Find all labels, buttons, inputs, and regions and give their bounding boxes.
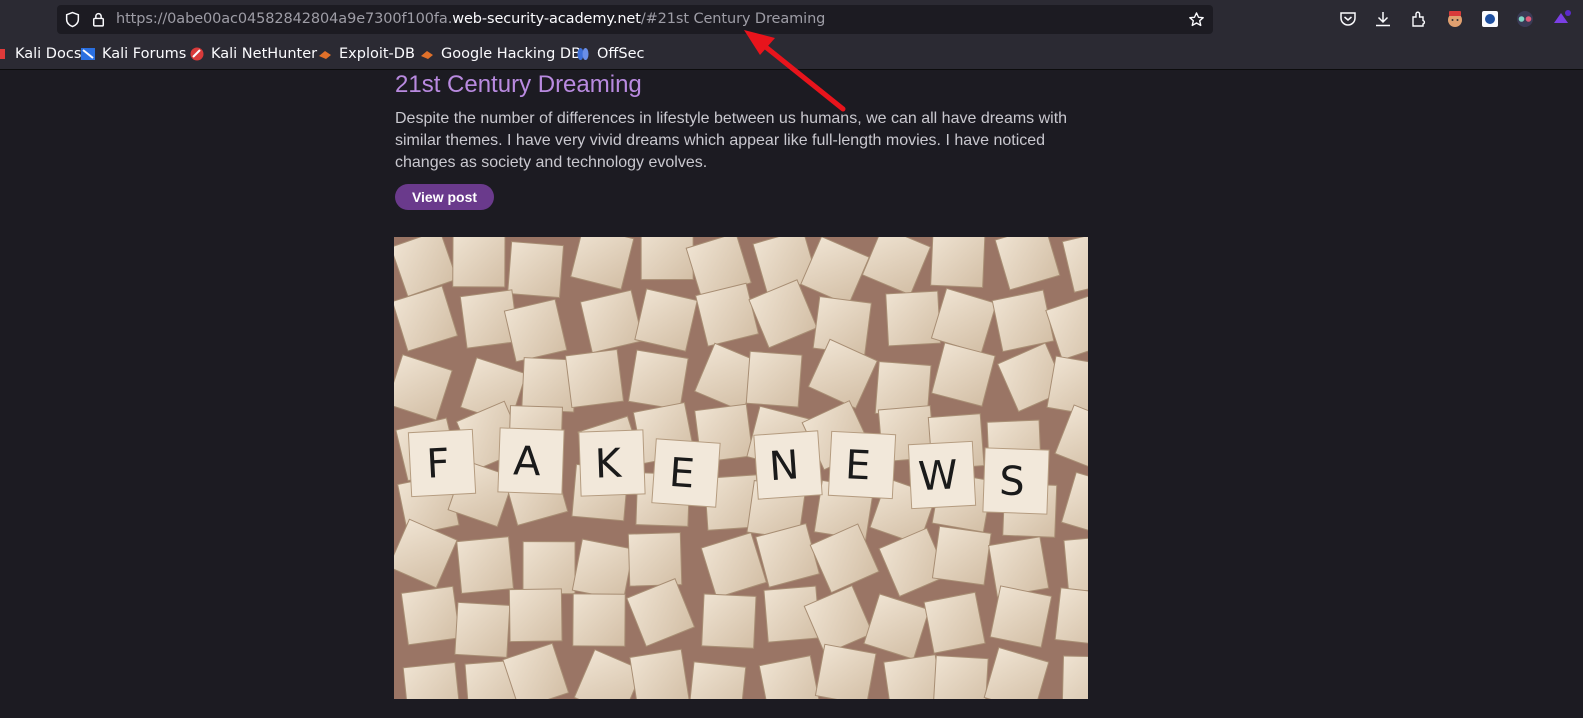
kali-forums-icon	[81, 48, 95, 60]
wooden-tile	[456, 536, 514, 594]
bookmark-google-hacking-db[interactable]: Google Hacking DB	[419, 38, 581, 70]
wooden-tile	[989, 585, 1053, 648]
extension-purple-icon[interactable]	[1551, 9, 1571, 29]
letter-tile: N	[753, 430, 823, 500]
letter-tile-text: W	[917, 452, 959, 500]
pocket-icon[interactable]	[1338, 9, 1358, 29]
letter-tile-text: E	[844, 442, 872, 489]
post-image: FAKENEWS	[394, 237, 1088, 699]
bookmark-kali-nethunter[interactable]: Kali NetHunter	[189, 38, 317, 70]
letter-tile: F	[407, 428, 477, 498]
post-title-link[interactable]: 21st Century Dreaming	[395, 71, 642, 99]
wooden-tile	[923, 591, 986, 654]
wooden-tile	[452, 237, 506, 288]
star-icon[interactable]	[1188, 11, 1205, 28]
bookmark-label: Google Hacking DB	[441, 46, 582, 62]
letter-tile-text: F	[425, 441, 450, 488]
kali-nethunter-icon	[190, 47, 204, 61]
wooden-tile	[507, 241, 565, 299]
wooden-tile	[454, 601, 511, 658]
wooden-tile	[522, 541, 576, 595]
bookmark-kali-forums[interactable]: Kali Forums	[80, 38, 186, 70]
wooden-tile	[640, 237, 694, 281]
download-icon[interactable]	[1373, 9, 1393, 29]
letter-tile-text: S	[998, 458, 1025, 505]
letter-tile: E	[651, 438, 721, 508]
page-content: 21st Century Dreaming Despite the number…	[0, 71, 1583, 718]
wooden-tile	[1063, 535, 1088, 593]
url-text[interactable]: https://0abe00ac04582842804a9e7300f100fa…	[116, 5, 825, 34]
exploit-db-icon	[319, 51, 331, 59]
bookmark-exploit-db[interactable]: Exploit-DB	[317, 38, 415, 70]
letter-tile: W	[907, 440, 977, 510]
wooden-tile	[503, 298, 568, 363]
bookmark-kali-docs[interactable]: Kali Docs	[0, 38, 81, 70]
wooden-tile	[579, 289, 644, 354]
extension-glasses-icon[interactable]	[1515, 9, 1535, 29]
wooden-tile	[572, 593, 626, 647]
wooden-tile	[402, 661, 461, 699]
kali-docs-icon	[0, 49, 5, 59]
scrabble-tiles-image: FAKENEWS	[394, 237, 1088, 699]
wooden-tile	[564, 348, 625, 409]
wooden-tile	[991, 289, 1055, 353]
wooden-tile	[627, 532, 683, 587]
url-suffix: /#21st Century Dreaming	[640, 11, 826, 27]
bookmark-label: Exploit-DB	[339, 46, 415, 62]
wooden-tile	[745, 350, 803, 408]
wooden-tile	[701, 593, 757, 649]
view-post-button[interactable]: View post	[395, 184, 494, 210]
post-summary: Despite the number of differences in lif…	[395, 110, 1068, 171]
wooden-tile	[627, 349, 689, 411]
bookmark-label: Kali Docs	[15, 46, 82, 62]
wooden-tile	[988, 536, 1050, 598]
wooden-tile	[1054, 587, 1088, 646]
bookmark-label: OffSec	[597, 46, 645, 62]
letter-tile: S	[982, 447, 1050, 515]
wooden-tile	[634, 288, 698, 352]
wooden-tile	[814, 643, 877, 699]
letter-tile: K	[578, 429, 646, 497]
wooden-tile	[629, 648, 690, 699]
extension-blue-icon[interactable]	[1480, 9, 1500, 29]
letter-tile: A	[497, 427, 565, 495]
letter-tile-text: E	[668, 450, 696, 498]
wooden-tile	[931, 525, 992, 586]
address-bar[interactable]: https://0abe00ac04582842804a9e7300f100fa…	[57, 5, 1213, 34]
wooden-tile	[930, 237, 986, 289]
url-prefix: https://0abe00ac04582842804a9e7300f100fa…	[116, 11, 453, 27]
google-hacking-db-icon	[421, 51, 433, 59]
lock-icon[interactable]	[90, 11, 107, 28]
extensions-icon[interactable]	[1409, 9, 1429, 29]
bookmarks-bar: Kali Docs Kali Forums Kali NetHunter Exp…	[0, 38, 1583, 70]
profile-icon[interactable]	[1445, 9, 1465, 29]
bookmark-label: Kali NetHunter	[211, 46, 318, 62]
wooden-tile	[571, 538, 634, 601]
offsec-icon	[577, 48, 589, 60]
wooden-tile	[1061, 655, 1088, 699]
shield-icon[interactable]	[64, 11, 81, 28]
browser-toolbar: https://0abe00ac04582842804a9e7300f100fa…	[0, 0, 1583, 38]
letter-tile-text: N	[768, 442, 801, 490]
wooden-tile	[400, 585, 461, 646]
letter-tile-text: A	[512, 438, 542, 485]
bookmark-offsec[interactable]: OffSec	[575, 38, 645, 70]
url-domain: web-security-academy.net	[452, 11, 641, 27]
wooden-tile	[508, 588, 563, 643]
letter-tile: E	[827, 430, 897, 500]
letter-tile-text: K	[594, 441, 624, 488]
wooden-tile	[932, 655, 989, 699]
bookmark-label: Kali Forums	[102, 46, 187, 62]
wooden-tile	[688, 661, 747, 699]
